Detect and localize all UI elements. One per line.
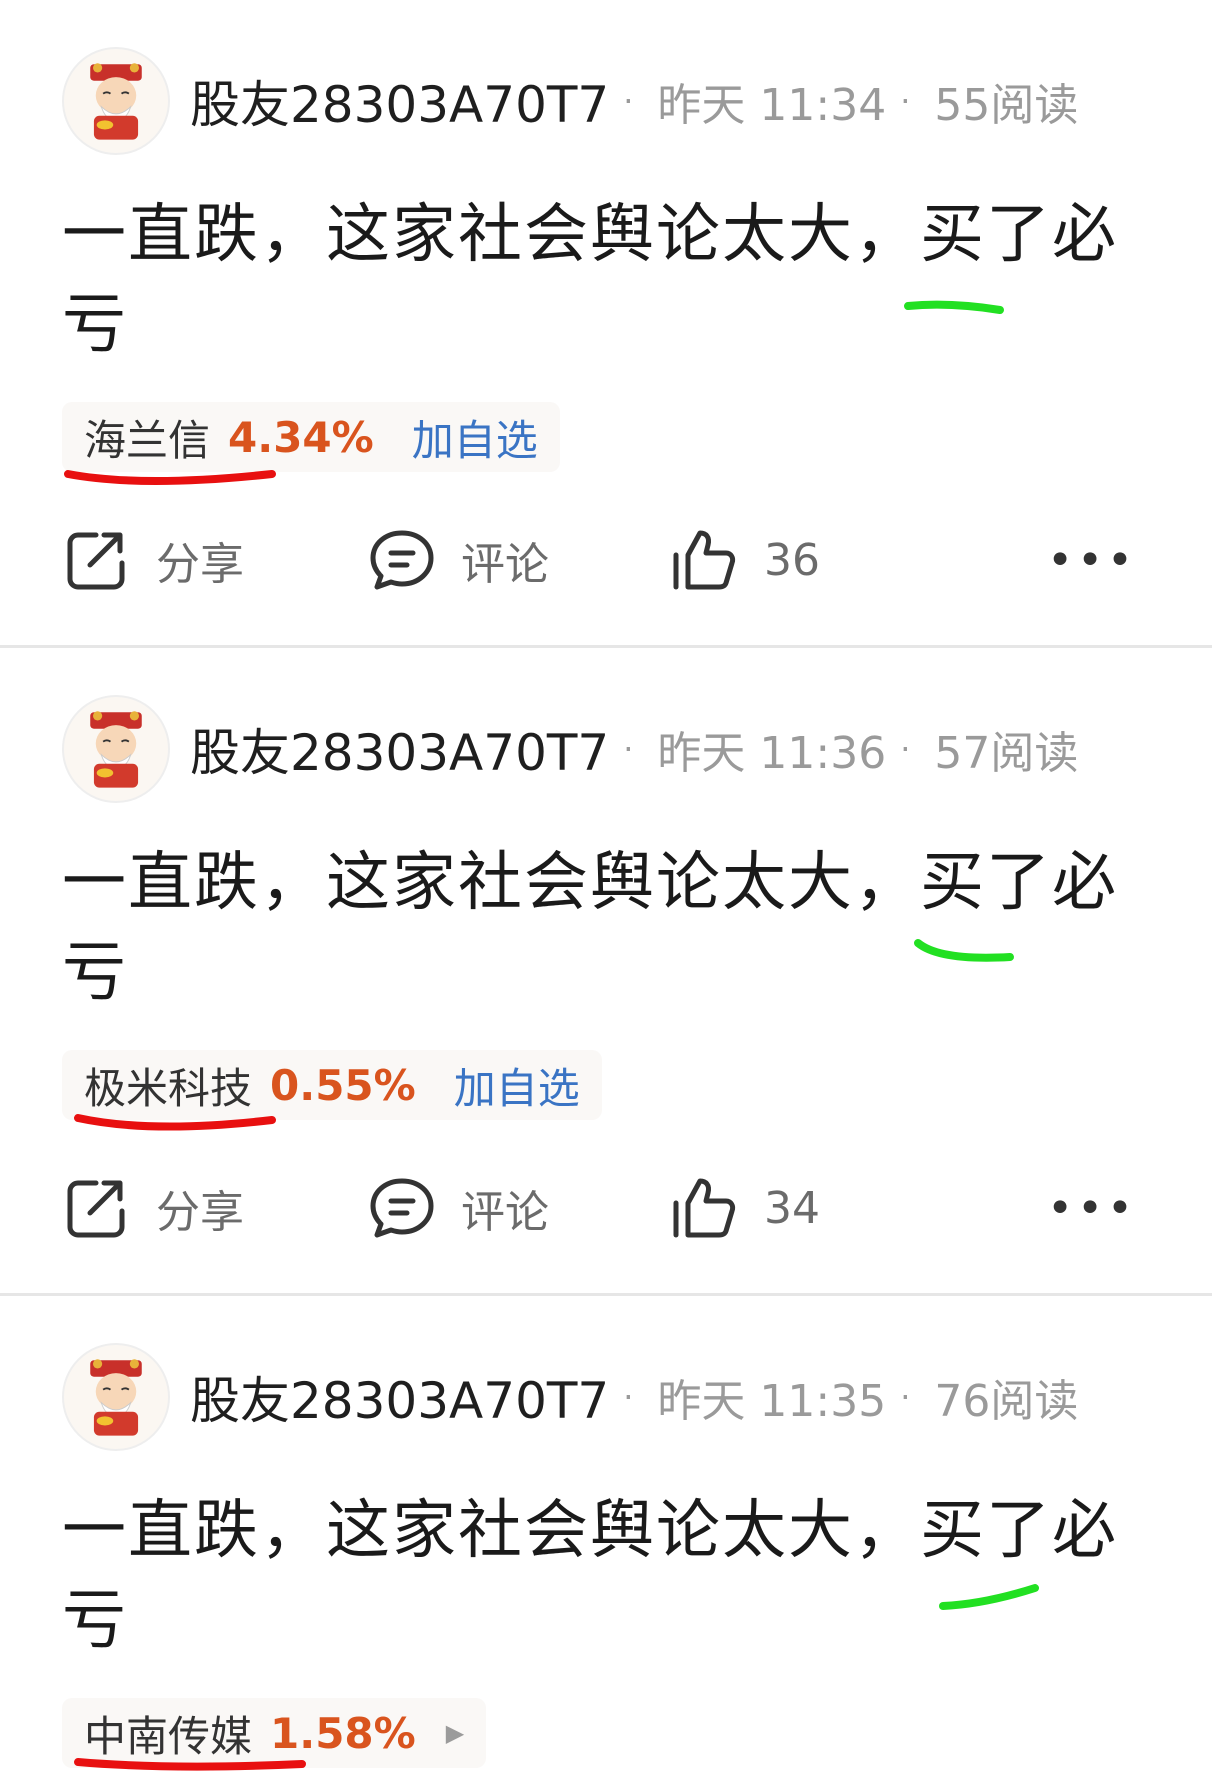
avatar[interactable] (62, 695, 170, 803)
more-button[interactable]: ••• (1047, 520, 1137, 600)
stock-name[interactable]: 极米科技 (84, 1055, 252, 1116)
share-icon (67, 1180, 125, 1238)
comment-icon (370, 530, 434, 590)
post-feed: 股友28303A70T7 · 昨天 11:34 · 55阅读 一直跌，这家社会舆… (0, 0, 1212, 1774)
stock-change: 1.58% (270, 1708, 416, 1758)
share-icon (67, 532, 125, 590)
more-button[interactable]: ••• (1047, 1168, 1137, 1248)
more-dots-icon: ••• (1047, 534, 1137, 586)
caishen-avatar-icon (90, 1359, 142, 1436)
separator-dot: · (900, 82, 911, 120)
post-text[interactable]: 一直跌，这家社会舆论太大，买了必亏 (62, 838, 1122, 1018)
like-count: 36 (764, 534, 820, 586)
like-button[interactable]: 34 (670, 1168, 820, 1248)
caishen-avatar-icon (90, 63, 142, 140)
comment-label: 评论 (461, 539, 549, 590)
post-header: 股友28303A70T7 · 昨天 11:36 · 57阅读 (62, 694, 1078, 804)
action-bar: 分享 评论 36 ••• (62, 520, 1152, 600)
green-annotation-mark (904, 300, 1004, 314)
share-label: 分享 (156, 539, 244, 590)
post-time: 昨天 11:34 (657, 80, 887, 131)
post-card[interactable]: 股友28303A70T7 · 昨天 11:35 · 76阅读 一直跌，这家社会舆… (0, 1296, 1212, 1774)
stock-change: 0.55% (270, 1060, 416, 1110)
share-button[interactable]: 分享 (62, 520, 244, 600)
green-annotation-mark (939, 1584, 1039, 1610)
red-annotation-mark (74, 1114, 276, 1131)
add-favorite-button[interactable]: 加自选 (412, 407, 538, 468)
read-count: 55阅读 (934, 80, 1079, 131)
read-count: 57阅读 (934, 728, 1079, 779)
username[interactable]: 股友28303A70T7 (190, 713, 609, 785)
separator-dot: · (623, 82, 634, 120)
more-dots-icon: ••• (1047, 1182, 1137, 1234)
expand-arrow-icon[interactable]: ▶ (446, 1719, 464, 1747)
comment-button[interactable]: 评论 (367, 520, 549, 600)
post-header: 股友28303A70T7 · 昨天 11:35 · 76阅读 (62, 1342, 1078, 1452)
thumbs-up-icon (673, 530, 736, 590)
red-annotation-mark (64, 470, 276, 485)
avatar[interactable] (62, 47, 170, 155)
share-label: 分享 (156, 1187, 244, 1238)
comment-button[interactable]: 评论 (367, 1168, 549, 1248)
post-text[interactable]: 一直跌，这家社会舆论太大，买了必亏 (62, 190, 1122, 370)
username[interactable]: 股友28303A70T7 (190, 1361, 609, 1433)
caishen-avatar-icon (90, 711, 142, 788)
add-favorite-button[interactable]: 加自选 (454, 1055, 580, 1116)
post-time: 昨天 11:36 (657, 728, 887, 779)
stock-name[interactable]: 海兰信 (84, 407, 210, 468)
red-annotation-mark (74, 1758, 306, 1771)
comment-label: 评论 (461, 1187, 549, 1238)
action-bar: 分享 评论 34 ••• (62, 1168, 1152, 1248)
share-button[interactable]: 分享 (62, 1168, 244, 1248)
username[interactable]: 股友28303A70T7 (190, 65, 609, 137)
post-card[interactable]: 股友28303A70T7 · 昨天 11:34 · 55阅读 一直跌，这家社会舆… (0, 0, 1212, 645)
green-annotation-mark (914, 939, 1014, 962)
thumbs-up-icon (673, 1178, 736, 1238)
avatar[interactable] (62, 1343, 170, 1451)
separator-dot: · (623, 1378, 634, 1416)
post-time: 昨天 11:35 (657, 1376, 887, 1427)
comment-icon (370, 1178, 434, 1238)
post-card[interactable]: 股友28303A70T7 · 昨天 11:36 · 57阅读 一直跌，这家社会舆… (0, 648, 1212, 1293)
stock-change: 4.34% (228, 412, 374, 462)
read-count: 76阅读 (934, 1376, 1079, 1427)
like-count: 34 (764, 1182, 820, 1234)
post-header: 股友28303A70T7 · 昨天 11:34 · 55阅读 (62, 46, 1078, 156)
like-button[interactable]: 36 (670, 520, 820, 600)
separator-dot: · (623, 730, 634, 768)
separator-dot: · (900, 1378, 911, 1416)
separator-dot: · (900, 730, 911, 768)
